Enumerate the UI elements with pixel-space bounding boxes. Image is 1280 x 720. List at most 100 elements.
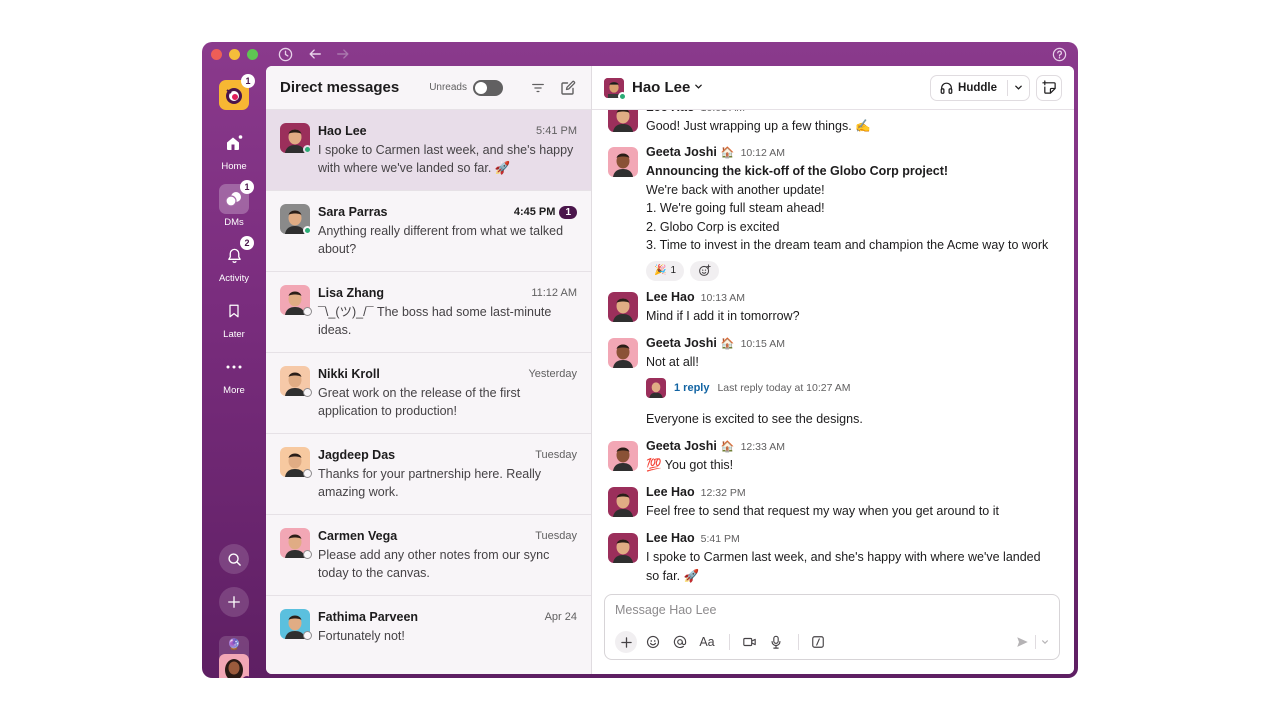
dm-preview: Great work on the release of the first a… [318,386,521,418]
message-avatar[interactable] [608,292,638,322]
attach-plus-icon[interactable] [615,631,637,653]
reaction-pill[interactable]: 🎉 1 [646,260,685,281]
minimize-window-button[interactable] [229,49,240,60]
message-text: 1. We're going full steam ahead! [646,201,825,215]
help-circle-icon[interactable] [1050,45,1068,63]
huddle-button[interactable]: Huddle [930,74,1030,101]
message-avatar[interactable] [608,487,638,517]
search-button[interactable] [219,544,249,574]
toolbar-divider [729,634,730,650]
bookmark-icon [229,304,239,318]
presence-indicator [303,550,312,559]
message-text: We're back with another update! [646,182,825,197]
reactions: 🎉 1 [646,260,1062,281]
conversation-title[interactable]: Hao Lee [632,79,690,96]
message-text: Everyone is excited to see the designs. [646,411,863,426]
message-avatar[interactable] [608,147,638,177]
thread-last-reply: Last reply today at 10:27 AM [717,381,851,394]
activity-badge: 2 [240,236,254,250]
send-group [1015,635,1049,649]
message[interactable]: Geeta Joshi 🏠 12:33 AM 💯 You got this! [608,439,1062,475]
arrow-left-icon[interactable] [306,45,324,63]
composer-toolbar: Aa [615,631,1049,653]
thread-reply-count[interactable]: 1 reply [674,382,709,394]
dm-list-item[interactable]: Hao Lee 5:41 PM I spoke to Carmen last wee… [266,110,591,191]
message[interactable]: Geeta Joshi 🏠 10:12 AM Announcing the kick-… [608,145,1062,281]
message-text: Feel free to send that request my way wh… [646,504,999,518]
message[interactable]: Lee Hao 10:13 AM Mind if I add it in tomor… [608,290,1062,326]
title-bar [202,42,1078,66]
arrow-right-icon[interactable] [334,45,352,63]
slash-command-icon[interactable] [807,631,829,653]
message[interactable]: Geeta Joshi 🏠 10:15 AM Not at all! 1 reply La… [608,336,1062,428]
message[interactable]: Lee Hao 10:01 AM Good! Just wrapping up a … [608,110,1062,136]
dm-name: Sara Parras [318,205,388,219]
message-time[interactable]: 10:13 AM [701,292,745,304]
dm-time: Tuesday [535,449,577,461]
message-avatar[interactable] [608,110,638,132]
unreads-toggle[interactable] [473,79,503,96]
dm-list-item[interactable]: Fathima Parveen Apr 24 Fortunately not! [266,596,591,674]
message-time[interactable]: 5:41 PM [701,533,740,545]
send-options-chevron-icon[interactable] [1041,638,1049,646]
message-author[interactable]: Lee Hao [646,531,695,545]
message-avatar[interactable] [608,533,638,563]
message[interactable]: Lee Hao 12:32 PM Feel free to send that re… [608,485,1062,521]
workspace-switcher[interactable]: 1 [219,74,255,110]
format-icon[interactable]: Aa [696,631,718,653]
clock-icon[interactable] [276,45,294,63]
send-icon[interactable] [1015,635,1030,649]
more-icon [226,365,242,369]
close-window-button[interactable] [211,49,222,60]
rail-label-later: Later [223,329,245,340]
message-avatar[interactable] [608,441,638,471]
message-author[interactable]: Lee Hao [646,485,695,499]
message-time[interactable]: 12:33 AM [741,441,785,453]
filter-icon[interactable] [529,79,547,97]
huddle-options-chevron-icon[interactable] [1014,83,1023,92]
message-time[interactable]: 12:32 PM [701,487,746,499]
message-author[interactable]: Lee Hao [646,110,695,114]
dm-list-item[interactable]: Nikki Kroll Yesterday Great work on the re… [266,353,591,434]
thread-summary[interactable]: 1 reply Last reply today at 10:27 AM [646,377,1062,398]
dm-list-item[interactable]: Carmen Vega Tuesday Please add any other n… [266,515,591,596]
dms-badge: 1 [240,180,254,194]
compose-icon[interactable] [559,79,577,97]
mention-icon[interactable] [669,631,691,653]
message-time[interactable]: 10:15 AM [741,338,785,350]
chevron-down-icon[interactable] [694,82,703,94]
message-text: Announcing the kick-off of the Globo Cor… [646,164,949,178]
video-icon[interactable] [738,631,760,653]
rail-item-more[interactable]: More [202,352,266,396]
message-time[interactable]: 10:12 AM [741,147,785,159]
microphone-icon[interactable] [765,631,787,653]
message-text: Mind if I add it in tomorrow? [646,309,800,323]
message-time[interactable]: 10:01 AM [701,110,745,114]
message[interactable]: Lee Hao 5:41 PM I spoke to Carmen last wee… [608,531,1062,585]
message-text: Good! Just wrapping up a few things. ✍️ [646,119,871,133]
dm-list-item[interactable]: Jagdeep Das Tuesday Thanks for your partne… [266,434,591,515]
dm-list-item[interactable]: Sara Parras 4:45 PM 1 Anything really diffe… [266,191,591,272]
user-profile-button[interactable]: 🔮 [219,636,252,678]
add-reaction-button[interactable] [690,260,720,281]
maximize-window-button[interactable] [247,49,258,60]
rail-item-later[interactable]: Later [202,296,266,340]
message-author[interactable]: Geeta Joshi [646,336,717,350]
rail-item-home[interactable]: Home [202,128,266,172]
message-text: 💯 You got this! [646,458,734,472]
canvas-button[interactable] [1036,74,1062,101]
dm-list-item[interactable]: Lisa Zhang 11:12 AM ¯\_(ツ)_/¯ The boss had… [266,272,591,353]
emoji-icon[interactable] [642,631,664,653]
message-avatar[interactable] [608,338,638,368]
rail-item-activity[interactable]: 2 Activity [202,236,266,284]
message-author[interactable]: Geeta Joshi [646,145,717,159]
rail-item-dms[interactable]: 1 DMs [202,180,266,228]
message-text: 2. Globo Corp is excited [646,219,780,234]
message-author[interactable]: Geeta Joshi [646,439,717,453]
message-input[interactable] [615,603,1049,617]
dm-preview: Fortunately not! [318,629,405,643]
dm-preview: ¯\_(ツ)_/¯ The boss had some last-minute … [318,305,552,337]
create-new-button[interactable] [219,587,249,617]
message-text: I spoke to Carmen last week, and she's h… [646,550,1041,564]
message-author[interactable]: Lee Hao [646,290,695,304]
